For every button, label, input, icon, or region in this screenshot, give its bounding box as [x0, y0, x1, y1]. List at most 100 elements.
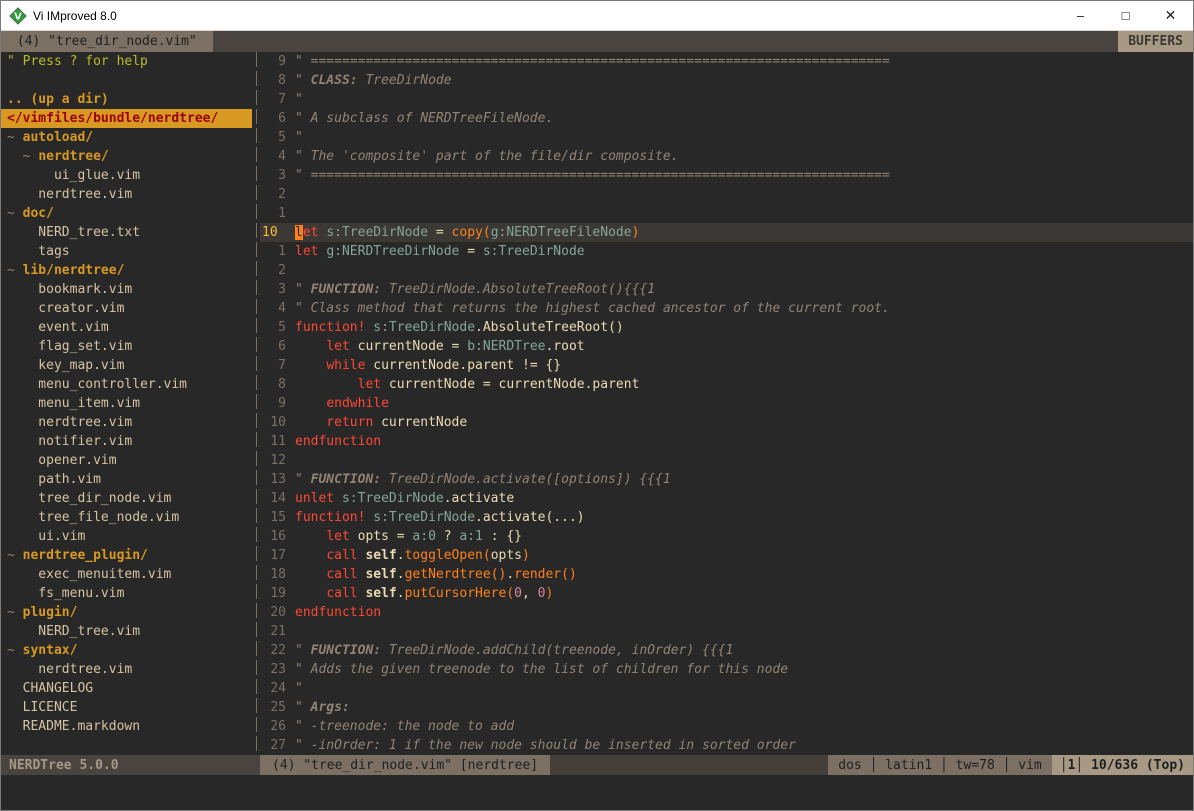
code-line[interactable]: 25" Args:: [260, 698, 1193, 717]
tree-item[interactable]: exec_menuitem.vim: [1, 565, 252, 584]
code-line[interactable]: 14unlet s:TreeDirNode.activate: [260, 489, 1193, 508]
code-line[interactable]: 24": [260, 679, 1193, 698]
tree-item[interactable]: NERD_tree.txt: [1, 223, 252, 242]
code-line[interactable]: 12: [260, 451, 1193, 470]
tree-item[interactable]: ui_glue.vim: [1, 166, 252, 185]
code-line[interactable]: 21: [260, 622, 1193, 641]
tree-item[interactable]: path.vim: [1, 470, 252, 489]
tree-item[interactable]: ~ syntax/: [1, 641, 252, 660]
code-line[interactable]: 27" -inOrder: 1 if the new node should b…: [260, 736, 1193, 755]
code-token: ": [295, 92, 303, 107]
line-number: 3: [260, 166, 286, 185]
code-line[interactable]: 3" =====================================…: [260, 166, 1193, 185]
tree-item[interactable]: LICENCE: [1, 698, 252, 717]
tree-item[interactable]: opener.vim: [1, 451, 252, 470]
code-line[interactable]: 2: [260, 185, 1193, 204]
close-button[interactable]: ✕: [1148, 1, 1193, 30]
code-line[interactable]: 2: [260, 261, 1193, 280]
code-line[interactable]: 10 return currentNode: [260, 413, 1193, 432]
tree-item[interactable]: flag_set.vim: [1, 337, 252, 356]
code-text: " FUNCTION: TreeDirNode.addChild(treenod…: [295, 641, 733, 660]
code-token: endfunction: [295, 434, 381, 449]
code-line[interactable]: 1let g:NERDTreeDirNode = s:TreeDirNode: [260, 242, 1193, 261]
tree-item[interactable]: tree_dir_node.vim: [1, 489, 252, 508]
code-line[interactable]: 18 call self.getNerdtree().render(): [260, 565, 1193, 584]
code-token: ": [295, 472, 311, 487]
tree-item[interactable]: tags: [1, 242, 252, 261]
code-line[interactable]: 1: [260, 204, 1193, 223]
code-line[interactable]: 7": [260, 90, 1193, 109]
tree-item[interactable]: .. (up a dir): [1, 90, 252, 109]
line-number: 1: [260, 204, 286, 223]
tree-item[interactable]: NERD_tree.vim: [1, 622, 252, 641]
code-line[interactable]: 15function! s:TreeDirNode.activate(...): [260, 508, 1193, 527]
code-line[interactable]: 17 call self.toggleOpen(opts): [260, 546, 1193, 565]
code-line[interactable]: 19 call self.putCursorHere(0, 0): [260, 584, 1193, 603]
code-line-current[interactable]: 10let s:TreeDirNode = copy(g:NERDTreeFil…: [260, 223, 1193, 242]
code-line[interactable]: 8" CLASS: TreeDirNode: [260, 71, 1193, 90]
tree-item[interactable]: [1, 736, 252, 755]
tree-item[interactable]: menu_item.vim: [1, 394, 252, 413]
window-separator[interactable]: [252, 52, 260, 755]
tree-item[interactable]: " Press ? for help: [1, 52, 252, 71]
tree-item[interactable]: README.markdown: [1, 717, 252, 736]
maximize-button[interactable]: □: [1103, 1, 1148, 30]
code-token: ": [295, 282, 311, 297]
code-line[interactable]: 26" -treenode: the node to add: [260, 717, 1193, 736]
tree-item[interactable]: tree_file_node.vim: [1, 508, 252, 527]
code-line[interactable]: 9" =====================================…: [260, 52, 1193, 71]
code-line[interactable]: 6" A subclass of NERDTreeFileNode.: [260, 109, 1193, 128]
code-line[interactable]: 23" Adds the given treenode to the list …: [260, 660, 1193, 679]
tree-item[interactable]: fs_menu.vim: [1, 584, 252, 603]
code-line[interactable]: 22" FUNCTION: TreeDirNode.addChild(treen…: [260, 641, 1193, 660]
tree-item[interactable]: CHANGELOG: [1, 679, 252, 698]
tree-item[interactable]: nerdtree.vim: [1, 413, 252, 432]
tree-item[interactable]: nerdtree.vim: [1, 185, 252, 204]
code-line[interactable]: 3" FUNCTION: TreeDirNode.AbsoluteTreeRoo…: [260, 280, 1193, 299]
tree-item[interactable]: ~ plugin/: [1, 603, 252, 622]
code-token: b:NERDTree: [467, 339, 545, 354]
tree-item[interactable]: nerdtree.vim: [1, 660, 252, 679]
code-line[interactable]: 7 while currentNode.parent != {}: [260, 356, 1193, 375]
line-number: 25: [260, 698, 286, 717]
minimize-button[interactable]: –: [1058, 1, 1103, 30]
code-line[interactable]: 6 let currentNode = b:NERDTree.root: [260, 337, 1193, 356]
tree-item-text: ui.vim: [7, 529, 85, 544]
tree-item[interactable]: notifier.vim: [1, 432, 252, 451]
tree-item-text: syntax/: [23, 643, 78, 658]
line-number: 21: [260, 622, 286, 641]
code-line[interactable]: 5": [260, 128, 1193, 147]
buffers-label[interactable]: BUFFERS: [1118, 31, 1193, 52]
code-line[interactable]: 11endfunction: [260, 432, 1193, 451]
tab-tree-dir-node[interactable]: (4) "tree_dir_node.vim": [1, 31, 213, 52]
editor-panel: 9" =====================================…: [260, 52, 1193, 755]
tree-item[interactable]: bookmark.vim: [1, 280, 252, 299]
tree-item[interactable]: ~ nerdtree_plugin/: [1, 546, 252, 565]
code-line[interactable]: 9 endwhile: [260, 394, 1193, 413]
code-token: Args:: [311, 700, 350, 715]
nerdtree-status-segment: NERDTree 5.0.0: [1, 755, 260, 775]
tree-item[interactable]: ~ autoload/: [1, 128, 252, 147]
tree-item-selected[interactable]: </vimfiles/bundle/nerdtree/: [1, 109, 252, 128]
code-token: call: [326, 586, 357, 601]
code-token: let: [326, 339, 349, 354]
tree-item[interactable]: key_map.vim: [1, 356, 252, 375]
code-line[interactable]: 20endfunction: [260, 603, 1193, 622]
code-line[interactable]: 13" FUNCTION: TreeDirNode.activate([opti…: [260, 470, 1193, 489]
tree-item[interactable]: [1, 71, 252, 90]
code-token: " -inOrder: 1 if the new node should be …: [295, 738, 796, 753]
tree-item[interactable]: menu_controller.vim: [1, 375, 252, 394]
tree-item[interactable]: creator.vim: [1, 299, 252, 318]
tree-item[interactable]: event.vim: [1, 318, 252, 337]
line-number: 6: [260, 109, 286, 128]
code-line[interactable]: 5function! s:TreeDirNode.AbsoluteTreeRoo…: [260, 318, 1193, 337]
tree-item[interactable]: ~ doc/: [1, 204, 252, 223]
tree-item[interactable]: ~ lib/nerdtree/: [1, 261, 252, 280]
code-line[interactable]: 4" Class method that returns the highest…: [260, 299, 1193, 318]
code-line[interactable]: 8 let currentNode = currentNode.parent: [260, 375, 1193, 394]
code-line[interactable]: 16 let opts = a:0 ? a:1 : {}: [260, 527, 1193, 546]
tree-item[interactable]: ~ nerdtree/: [1, 147, 252, 166]
status-position-segment: │1│ 10/636 (Top): [1052, 755, 1193, 775]
code-line[interactable]: 4" The 'composite' part of the file/dir …: [260, 147, 1193, 166]
tree-item[interactable]: ui.vim: [1, 527, 252, 546]
